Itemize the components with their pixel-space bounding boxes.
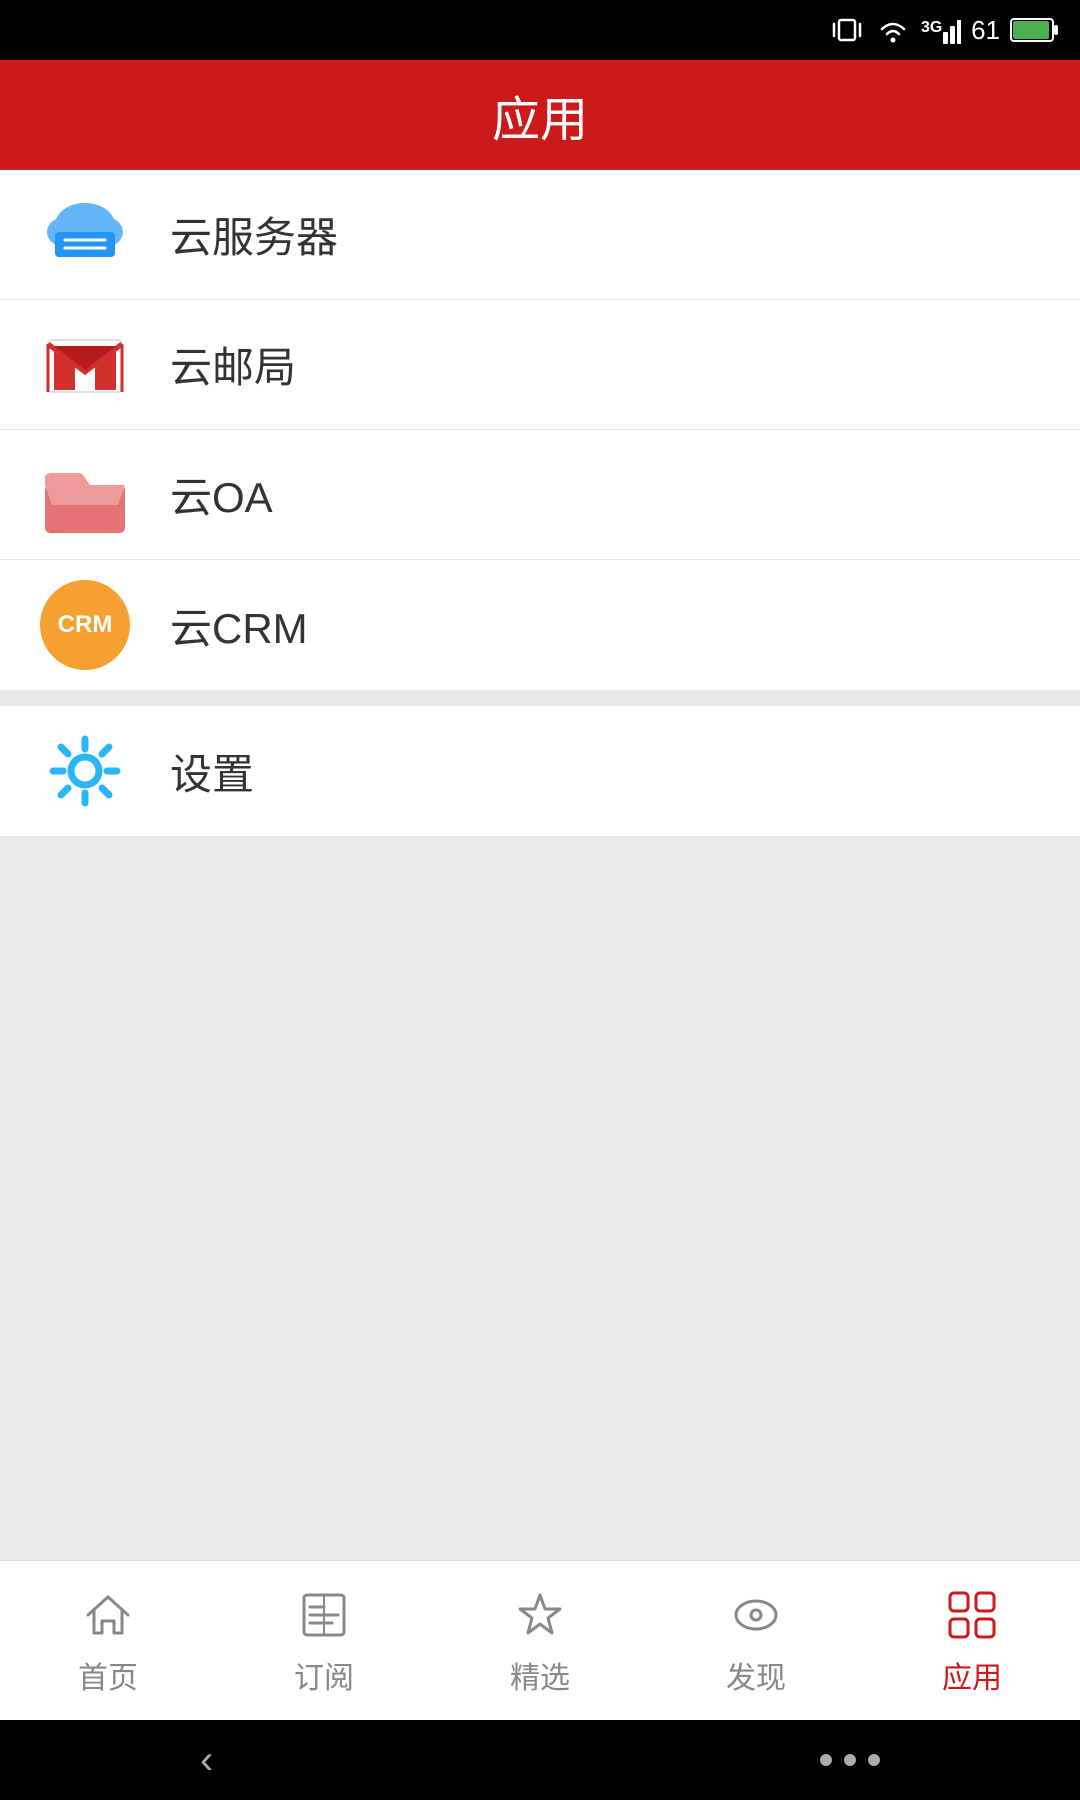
cloud-mail-label: 云邮局 bbox=[170, 334, 296, 395]
featured-icon bbox=[510, 1585, 570, 1645]
settings-label: 设置 bbox=[170, 741, 254, 802]
nav-label-discover: 发现 bbox=[726, 1653, 786, 1697]
dot-3 bbox=[868, 1754, 880, 1766]
app-item-cloud-mail[interactable]: 云邮局 bbox=[0, 300, 1080, 430]
gray-area bbox=[0, 836, 1080, 1560]
nav-label-apps: 应用 bbox=[942, 1653, 1002, 1697]
app-item-cloud-crm[interactable]: CRM 云CRM bbox=[0, 560, 1080, 690]
vibrate-icon bbox=[829, 12, 865, 48]
battery-icon bbox=[1010, 15, 1060, 45]
crm-badge: CRM bbox=[40, 580, 130, 670]
cloud-crm-label: 云CRM bbox=[170, 595, 308, 656]
cloud-server-icon bbox=[40, 190, 130, 280]
settings-section: 设置 bbox=[0, 706, 1080, 836]
cloud-oa-label: 云OA bbox=[170, 464, 273, 525]
signal-icon: 3G bbox=[921, 12, 961, 48]
subscribe-icon bbox=[294, 1585, 354, 1645]
apps-icon bbox=[942, 1585, 1002, 1645]
dot-1 bbox=[820, 1754, 832, 1766]
nav-label-home: 首页 bbox=[78, 1653, 138, 1697]
svg-text:3G: 3G bbox=[921, 19, 942, 36]
discover-icon bbox=[726, 1585, 786, 1645]
app-list-section: 云服务器 云邮局 bbox=[0, 170, 1080, 690]
app-item-cloud-server[interactable]: 云服务器 bbox=[0, 170, 1080, 300]
bottom-nav: 首页 订阅 精选 bbox=[0, 1560, 1080, 1720]
app-item-cloud-oa[interactable]: 云OA bbox=[0, 430, 1080, 560]
status-icons: 3G 61 bbox=[829, 12, 1060, 48]
app-header: 应用 bbox=[0, 60, 1080, 170]
nav-item-featured[interactable]: 精选 bbox=[450, 1585, 630, 1697]
nav-item-home[interactable]: 首页 bbox=[18, 1585, 198, 1697]
home-icon bbox=[78, 1585, 138, 1645]
android-nav-bar: ‹ bbox=[0, 1720, 1080, 1800]
settings-icon bbox=[40, 726, 130, 816]
nav-label-featured: 精选 bbox=[510, 1653, 570, 1697]
section-divider bbox=[0, 690, 1080, 706]
battery-level: 61 bbox=[971, 15, 1000, 46]
page-title: 应用 bbox=[492, 80, 588, 150]
settings-item[interactable]: 设置 bbox=[0, 706, 1080, 836]
back-button[interactable]: ‹ bbox=[200, 1738, 213, 1783]
menu-dots[interactable] bbox=[820, 1754, 880, 1766]
dot-2 bbox=[844, 1754, 856, 1766]
nav-item-subscribe[interactable]: 订阅 bbox=[234, 1585, 414, 1697]
status-bar: 3G 61 bbox=[0, 0, 1080, 60]
nav-item-discover[interactable]: 发现 bbox=[666, 1585, 846, 1697]
cloud-oa-icon bbox=[40, 450, 130, 540]
cloud-mail-icon bbox=[40, 320, 130, 410]
nav-item-apps[interactable]: 应用 bbox=[882, 1585, 1062, 1697]
wifi-icon bbox=[875, 12, 911, 48]
cloud-server-label: 云服务器 bbox=[170, 204, 338, 265]
nav-label-subscribe: 订阅 bbox=[294, 1653, 354, 1697]
cloud-crm-icon: CRM bbox=[40, 580, 130, 670]
